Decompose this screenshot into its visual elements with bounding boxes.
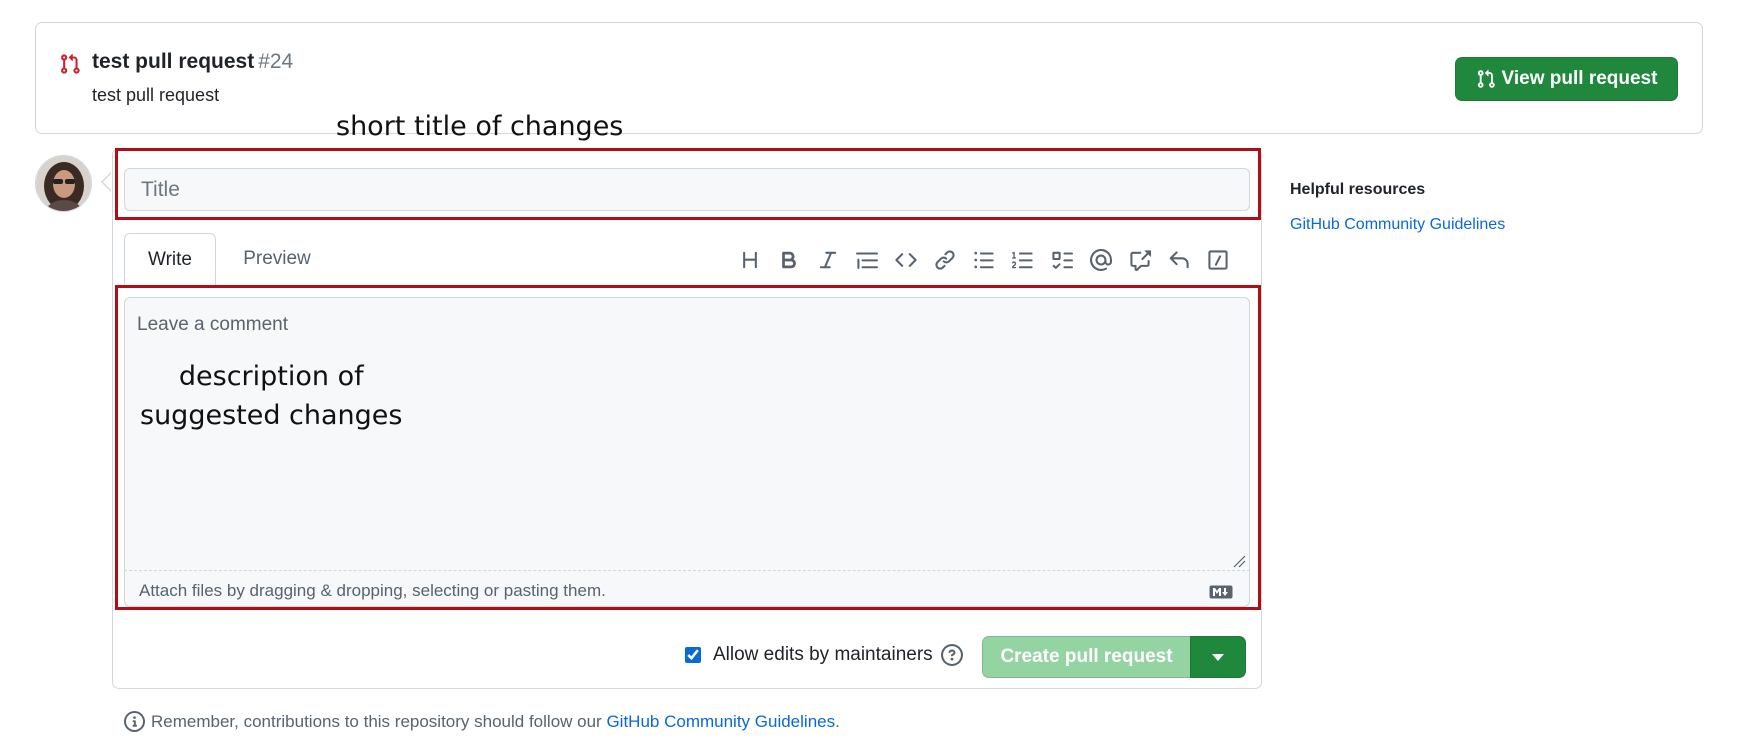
pull-request-icon (61, 53, 80, 74)
tab-write[interactable]: Write (124, 233, 216, 285)
sidebar-community-guidelines-link[interactable]: GitHub Community Guidelines (1290, 216, 1505, 234)
view-pull-request-label: View pull request (1501, 68, 1658, 89)
title-annotation-label: short title of changes (336, 111, 624, 142)
cross-reference-icon (1129, 250, 1151, 271)
ordered-list-button[interactable] (1003, 245, 1042, 275)
markdown-icon[interactable] (1209, 585, 1233, 599)
italic-icon (819, 251, 836, 269)
italic-button[interactable] (808, 245, 847, 275)
quote-icon (855, 252, 878, 269)
question-icon[interactable] (940, 644, 963, 666)
code-icon (894, 253, 917, 267)
link-icon (934, 250, 955, 270)
view-pull-request-button[interactable]: View pull request (1455, 57, 1678, 101)
community-guidelines-link[interactable]: GitHub Community Guidelines (606, 712, 835, 731)
pull-request-icon (1477, 69, 1495, 88)
attach-files-bar[interactable]: Attach files by dragging & dropping, sel… (124, 571, 1250, 607)
slash-command-button[interactable] (1198, 245, 1237, 275)
note-suffix: . (835, 711, 840, 731)
resize-handle-icon[interactable] (1232, 554, 1246, 568)
note-text: Remember, contributions to this reposito… (151, 712, 840, 732)
title-input[interactable] (124, 168, 1250, 211)
pr-title-line: test pull request #24 (92, 50, 293, 74)
comment-caret (101, 172, 112, 192)
description-annotation-label: description of suggested changes (140, 357, 403, 435)
description-annotation-line2: suggested changes (140, 400, 403, 431)
reply-icon (1169, 251, 1189, 269)
markdown-toolbar (730, 245, 1237, 275)
bold-icon (781, 251, 796, 269)
link-button[interactable] (925, 245, 964, 275)
allow-edits-row: Allow edits by maintainers (685, 644, 963, 666)
info-icon (124, 711, 145, 732)
unordered-list-button[interactable] (964, 245, 1003, 275)
note-prefix: Remember, contributions to this reposito… (151, 711, 602, 731)
avatar[interactable] (35, 155, 92, 212)
heading-icon (742, 251, 757, 269)
pr-subtitle: test pull request (92, 85, 220, 105)
quote-button[interactable] (847, 245, 886, 275)
create-options-dropdown[interactable] (1190, 636, 1246, 678)
mention-button[interactable] (1081, 245, 1120, 275)
unordered-list-icon (973, 251, 994, 269)
helpful-resources-heading: Helpful resources (1290, 181, 1426, 198)
create-pull-request-button[interactable]: Create pull request (982, 636, 1191, 678)
allow-edits-checkbox[interactable] (685, 647, 701, 663)
bold-button[interactable] (769, 245, 808, 275)
mention-icon (1089, 249, 1112, 271)
pr-number: #24 (258, 50, 294, 73)
user-photo (36, 156, 91, 211)
contribution-note: Remember, contributions to this reposito… (124, 711, 840, 732)
description-annotation-line1: description of (178, 361, 364, 392)
reply-button[interactable] (1159, 245, 1198, 275)
ordered-list-icon (1011, 251, 1033, 269)
tab-preview[interactable]: Preview (226, 233, 328, 285)
task-list-button[interactable] (1042, 245, 1081, 275)
cross-reference-button[interactable] (1120, 245, 1159, 275)
allow-edits-label[interactable]: Allow edits by maintainers (713, 644, 933, 666)
pr-title[interactable]: test pull request (92, 50, 254, 73)
code-button[interactable] (886, 245, 925, 275)
task-list-icon (1051, 251, 1073, 269)
pull-request-banner: test pull request #24 test pull request V… (35, 22, 1703, 134)
heading-button[interactable] (730, 245, 769, 275)
slash-command-icon (1207, 250, 1228, 270)
